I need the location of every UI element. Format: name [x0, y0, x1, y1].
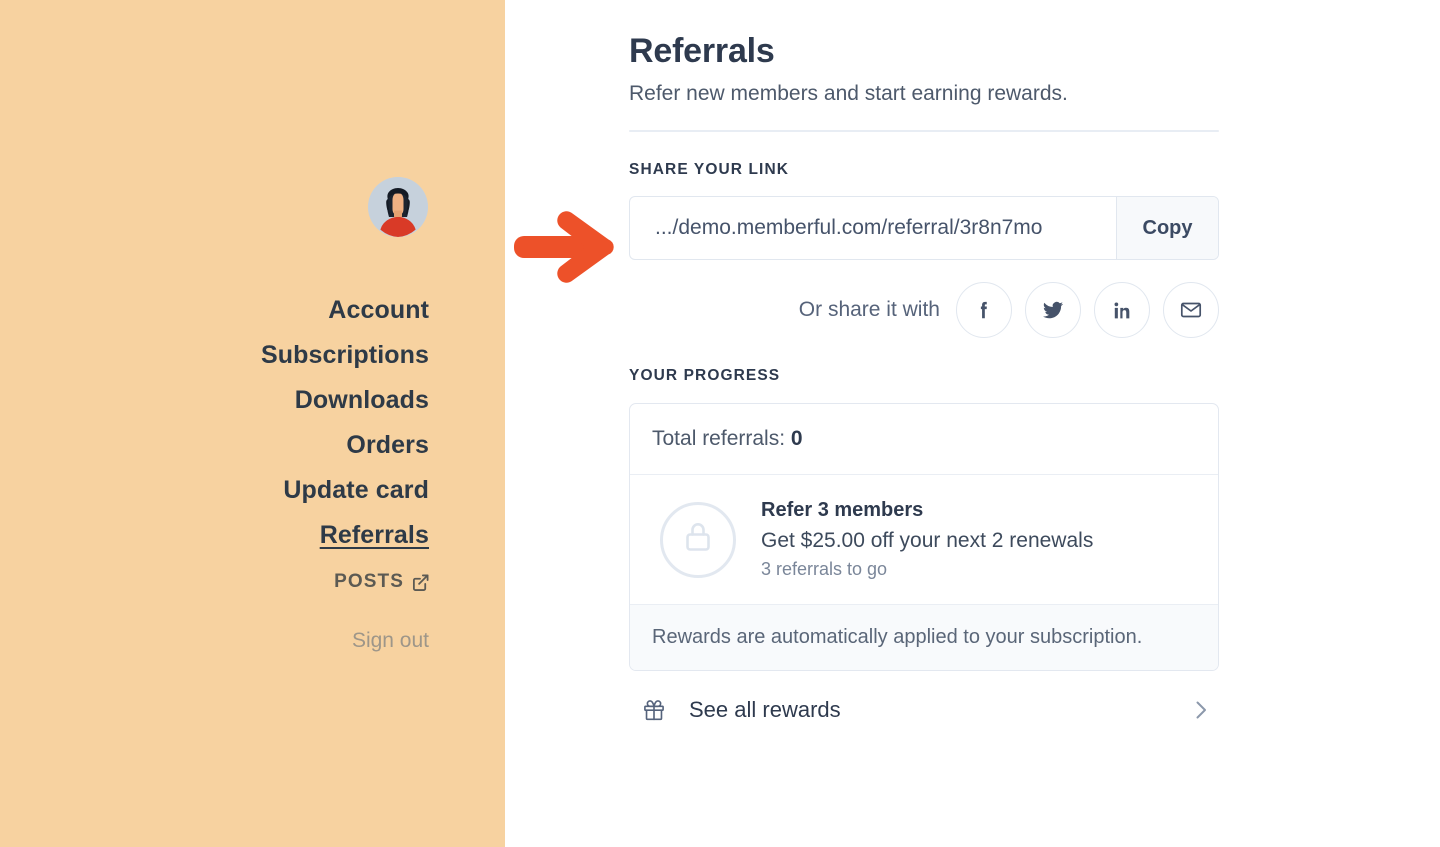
lock-icon — [683, 520, 713, 559]
sidebar-item-subscriptions[interactable]: Subscriptions — [9, 333, 429, 378]
share-linkedin-button[interactable] — [1094, 282, 1150, 338]
share-twitter-button[interactable] — [1025, 282, 1081, 338]
reward-row: Refer 3 members Get $25.00 off your next… — [630, 475, 1218, 605]
reward-text: Refer 3 members Get $25.00 off your next… — [761, 497, 1193, 582]
avatar-illustration — [368, 177, 428, 237]
external-link-icon — [412, 574, 429, 591]
sidebar-item-account[interactable]: Account — [9, 288, 429, 333]
sidebar-item-posts-label: POSTS — [334, 571, 404, 592]
sidebar-item-posts[interactable]: POSTS — [9, 560, 429, 604]
sign-out-link[interactable]: Sign out — [9, 626, 429, 656]
total-referrals-value: 0 — [790, 427, 803, 450]
lock-badge — [660, 501, 736, 578]
reward-description: Get $25.00 off your next 2 renewals — [761, 529, 1094, 552]
share-facebook-button[interactable] — [956, 282, 1012, 338]
main-content: Referrals Refer new members and start ea… — [505, 0, 1440, 847]
page-title: Referrals — [629, 32, 775, 70]
reward-remaining: 3 referrals to go — [761, 559, 888, 579]
rewards-note: Rewards are automatically applied to you… — [630, 605, 1218, 670]
sidebar-item-downloads[interactable]: Downloads — [9, 378, 429, 423]
sidebar: Account Subscriptions Downloads Orders U… — [0, 0, 505, 847]
avatar — [368, 177, 428, 237]
total-referrals-label: Total referrals: — [652, 427, 786, 450]
share-link-section-label: SHARE YOUR LINK — [629, 161, 790, 178]
reward-title: Refer 3 members — [761, 499, 924, 521]
or-share-label: Or share it with — [798, 298, 940, 321]
progress-card: Total referrals: 0 Refer 3 members Get $… — [629, 403, 1219, 671]
sidebar-item-referrals[interactable]: Referrals — [9, 513, 429, 558]
header-divider — [629, 130, 1219, 132]
facebook-icon — [973, 299, 995, 321]
sidebar-item-orders[interactable]: Orders — [9, 423, 429, 468]
social-share-row: Or share it with — [629, 282, 1219, 338]
chevron-right-icon — [1193, 698, 1209, 722]
twitter-icon — [1041, 298, 1065, 322]
see-all-rewards-link[interactable]: See all rewards — [629, 695, 1219, 725]
linkedin-icon — [1112, 300, 1133, 321]
email-icon — [1179, 298, 1203, 322]
referral-link-row: Copy — [629, 196, 1219, 260]
sidebar-item-update-card[interactable]: Update card — [9, 468, 429, 513]
share-email-button[interactable] — [1163, 282, 1219, 338]
copy-button[interactable]: Copy — [1116, 197, 1218, 259]
referral-link-input[interactable] — [630, 197, 1116, 259]
see-all-rewards-label: See all rewards — [689, 697, 841, 722]
referrals-page: Account Subscriptions Downloads Orders U… — [0, 0, 1440, 847]
sidebar-nav: Account Subscriptions Downloads Orders U… — [9, 288, 429, 656]
gift-icon — [641, 697, 667, 723]
progress-section-label: YOUR PROGRESS — [629, 367, 781, 384]
total-referrals-row: Total referrals: 0 — [630, 404, 1218, 475]
page-subtitle: Refer new members and start earning rewa… — [629, 82, 1068, 105]
